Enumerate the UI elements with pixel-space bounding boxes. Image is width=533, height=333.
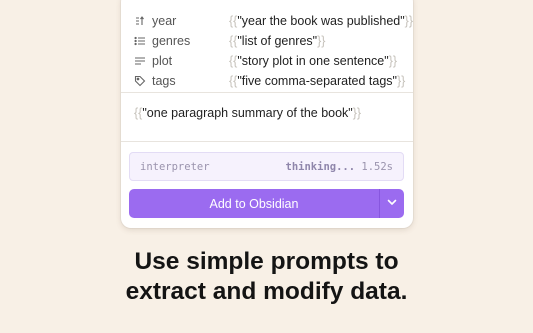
property-row-plot[interactable]: plot {{"story plot in one sentence"}} — [121, 51, 413, 71]
divider — [121, 141, 413, 142]
property-prompt: "year the book was published" — [237, 14, 405, 28]
add-to-obsidian-button[interactable]: Add to Obsidian — [129, 189, 380, 218]
property-value[interactable]: {{"list of genres"}} — [229, 34, 325, 48]
headline-line-1: Use simple prompts to — [134, 248, 399, 275]
property-prompt: "story plot in one sentence" — [237, 54, 389, 68]
interpreter-label: interpreter — [140, 161, 210, 173]
property-value[interactable]: {{"story plot in one sentence"}} — [229, 54, 397, 68]
property-prompt: "five comma-separated tags" — [237, 74, 397, 88]
property-name: genres — [152, 34, 191, 48]
interpreter-status: thinking... 1.52s — [286, 161, 393, 173]
property-name: plot — [152, 54, 173, 68]
options-dropdown-button[interactable] — [380, 189, 404, 218]
property-row-genres[interactable]: genres {{"list of genres"}} — [121, 31, 413, 51]
brace-close: }} — [404, 14, 413, 28]
interpreter-thinking: thinking... — [285, 161, 356, 173]
property-row-year[interactable]: year {{"year the book was published"}} — [121, 11, 413, 31]
clipper-card: year {{"year the book was published"}} g… — [121, 0, 413, 228]
interpreter-bar[interactable]: interpreter thinking... 1.52s — [129, 152, 404, 181]
summary-text: "one paragraph summary of the book" — [142, 106, 353, 120]
property-name: year — [152, 14, 177, 28]
property-value[interactable]: {{"five comma-separated tags"}} — [229, 74, 405, 88]
property-row-tags[interactable]: tags {{"five comma-separated tags"}} — [121, 71, 413, 91]
list-icon — [134, 35, 146, 47]
text-icon — [134, 55, 146, 67]
brace-close: }} — [317, 34, 326, 48]
headline: Use simple prompts to extract and modify… — [0, 247, 533, 307]
summary-prompt[interactable]: {{"one paragraph summary of the book"}} — [134, 106, 361, 120]
divider — [121, 92, 413, 93]
interpreter-time: 1.52s — [361, 161, 393, 173]
headline-line-2: extract and modify data. — [125, 278, 408, 305]
brace-close: }} — [397, 74, 406, 88]
property-prompt: "list of genres" — [237, 34, 318, 48]
add-to-obsidian-split-button: Add to Obsidian — [129, 189, 404, 218]
brace-close: }} — [388, 54, 398, 68]
tag-icon — [134, 75, 146, 87]
property-value[interactable]: {{"year the book was published"}} — [229, 14, 413, 28]
property-name: tags — [152, 74, 176, 88]
brace-close: }} — [352, 106, 362, 120]
chevron-down-icon — [386, 195, 398, 213]
year-icon — [134, 15, 146, 27]
